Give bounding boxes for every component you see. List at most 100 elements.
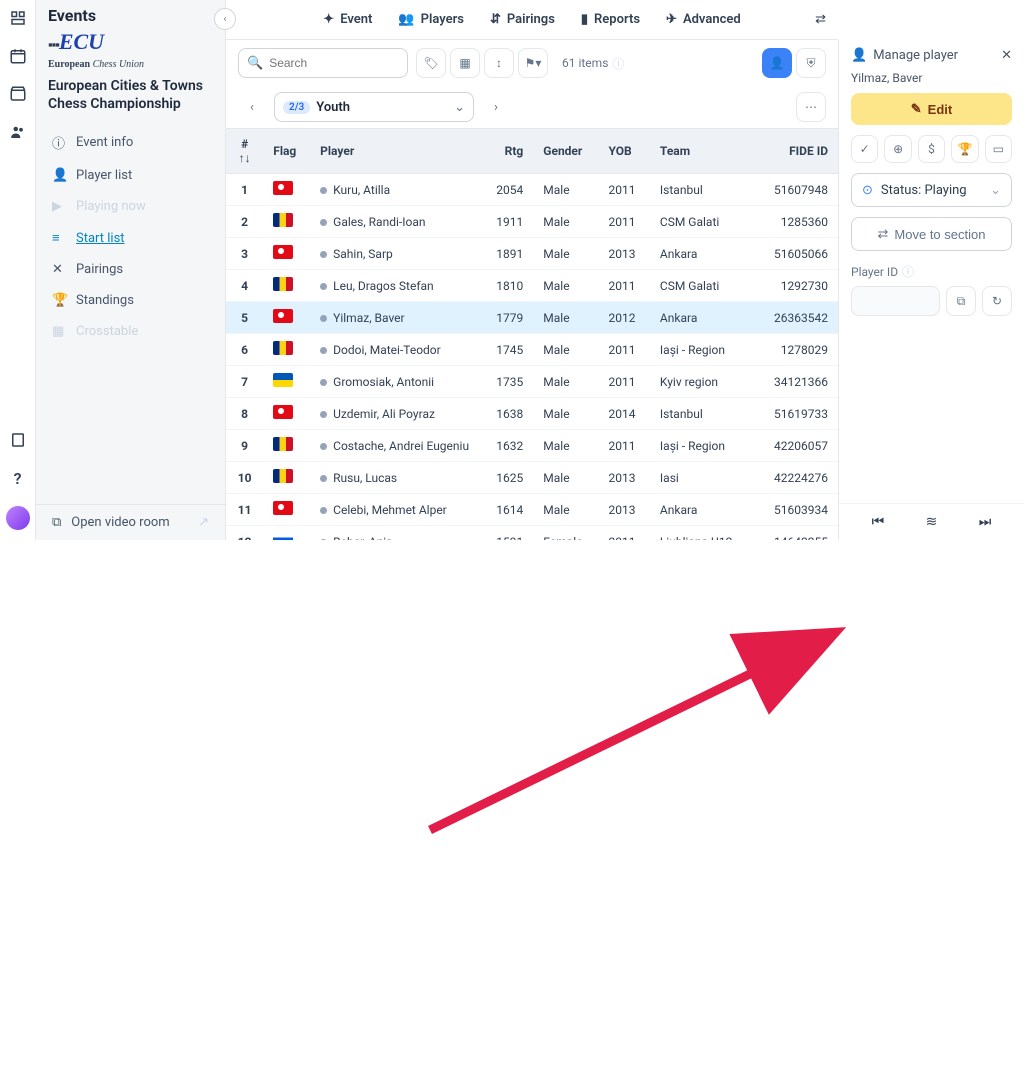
info-icon: ⓘ <box>902 263 914 280</box>
approve-button[interactable]: ✓ <box>851 135 878 163</box>
rail-archive-icon[interactable] <box>8 84 28 104</box>
last-button[interactable]: ⏭ <box>979 514 992 530</box>
items-count: 61 itemsⓘ <box>562 55 624 72</box>
org-logo: ▪▪▪ECU European Chess Union <box>36 25 225 77</box>
nav-pairings[interactable]: ✕Pairings <box>36 254 225 285</box>
manage-player-panel: 👤Manage player ✕ Yilmaz, Baver ✎Edit ✓ ⊕… <box>838 40 1024 540</box>
table-row[interactable]: 1Kuru, Atilla2054Male2011Istanbul5160794… <box>226 174 838 206</box>
col-team[interactable]: Team <box>650 129 752 174</box>
list-icon: ≡ <box>52 230 66 246</box>
filter-button[interactable]: ⚑▾ <box>518 48 548 78</box>
pencil-icon: ✎ <box>911 101 922 117</box>
user-avatar[interactable] <box>6 506 30 530</box>
flag-ro-icon <box>273 341 293 355</box>
player-id-label: Player IDⓘ <box>839 263 1024 286</box>
player-id-input[interactable] <box>851 286 940 316</box>
table-row[interactable]: 8Uzdemir, Ali Poyraz1638Male2014Istanbul… <box>226 398 838 430</box>
rail-users-icon[interactable] <box>8 122 28 142</box>
view-person-button[interactable]: 👤 <box>762 48 792 78</box>
topbar-pairings[interactable]: ⇵Pairings <box>490 12 555 27</box>
columns-button[interactable]: ▦ <box>450 48 480 78</box>
col-flag[interactable]: Flag <box>263 129 310 174</box>
tag-button[interactable]: 🏷 <box>416 48 446 78</box>
search-input[interactable]: 🔍 <box>238 48 408 78</box>
table-row[interactable]: 11Celebi, Mehmet Alper1614Male2013Ankara… <box>226 494 838 526</box>
copy-button[interactable]: ⧉ <box>946 286 976 316</box>
main: ✦Event 👥Players ⇵Pairings ▮Reports ✈Adva… <box>226 0 838 540</box>
flag-ro-icon <box>273 213 293 227</box>
pairings-icon: ✕ <box>52 262 66 277</box>
reports-icon: ▮ <box>581 12 588 27</box>
move-to-section-button[interactable]: ⇄Move to section <box>851 217 1012 251</box>
sidebar: ‹ Events ▪▪▪ECU European Chess Union Eur… <box>36 0 226 540</box>
trophy-button[interactable]: 🏆 <box>951 135 978 163</box>
first-button[interactable]: ⏮ <box>872 514 885 530</box>
toolbar: 🔍 🏷 ▦ ↕ ⚑▾ 61 itemsⓘ 👤 ⛨ <box>226 40 838 86</box>
prev-section-button[interactable]: ‹ <box>238 93 266 121</box>
stack-button[interactable]: ≋ <box>926 514 938 530</box>
nav-standings[interactable]: 🏆Standings <box>36 285 225 316</box>
payment-button[interactable]: $ <box>918 135 945 163</box>
send-icon: ✈ <box>666 12 677 27</box>
col-rtg[interactable]: Rtg <box>479 129 533 174</box>
section-select[interactable]: 2/3 Youth ⌄ <box>274 92 474 122</box>
left-rail: ? <box>0 0 36 540</box>
section-badge: 2/3 <box>283 101 310 114</box>
col-fide[interactable]: FIDE ID <box>752 129 838 174</box>
topbar-event[interactable]: ✦Event <box>323 12 372 27</box>
table-row[interactable]: 10Rusu, Lucas1625Male2013Iasi42224276 <box>226 462 838 494</box>
nav-player-list[interactable]: 👤Player list <box>36 160 225 191</box>
view-team-button[interactable]: ⛨ <box>796 48 826 78</box>
table-row[interactable]: 4Leu, Dragos Stefan1810Male2011CSM Galat… <box>226 270 838 302</box>
col-gender[interactable]: Gender <box>533 129 598 174</box>
nav-start-list[interactable]: ≡Start list <box>36 222 225 254</box>
table-row[interactable]: 3Sahin, Sarp1891Male2013Ankara51605066 <box>226 238 838 270</box>
rail-calendar-icon[interactable] <box>8 46 28 66</box>
nav-event-info[interactable]: ⓘEvent info <box>36 125 225 160</box>
topbar: ✦Event 👥Players ⇵Pairings ▮Reports ✈Adva… <box>226 0 838 40</box>
col-number[interactable]: # ↑↓ <box>226 129 263 174</box>
swap-icon[interactable]: ⇄ <box>815 12 826 27</box>
flag-tr-icon <box>273 181 293 195</box>
trophy-icon: 🏆 <box>52 293 66 308</box>
table-row[interactable]: 9Costache, Andrei Eugeniu1632Male2011Iaș… <box>226 430 838 462</box>
rail-home-icon[interactable] <box>8 8 28 28</box>
more-button[interactable]: ⋯ <box>796 92 826 122</box>
nav-playing-now: ▶Playing now <box>36 191 225 222</box>
flag-ro-icon <box>273 437 293 451</box>
play-icon: ▶ <box>52 199 66 214</box>
table-row[interactable]: 6Dodoi, Matei-Teodor1745Male2011Iași - R… <box>226 334 838 366</box>
flag-tr-icon <box>273 405 293 419</box>
pairings-icon: ⇵ <box>490 12 501 27</box>
table-row[interactable]: 7Gromosiak, Antonii1735Male2011Kyiv regi… <box>226 366 838 398</box>
badge-button[interactable]: ▭ <box>985 135 1012 163</box>
panel-title: 👤Manage player <box>851 48 958 63</box>
status-select[interactable]: ⊙ Status: Playing ⌄ <box>851 173 1012 207</box>
rail-help-icon[interactable]: ? <box>8 468 28 488</box>
close-icon[interactable]: ✕ <box>1001 48 1012 63</box>
video-icon: ⧉ <box>52 515 61 530</box>
rail-book-icon[interactable] <box>8 430 28 450</box>
grid-icon: ▦ <box>52 324 66 339</box>
next-section-button[interactable]: › <box>482 93 510 121</box>
person-icon: 👤 <box>52 168 66 183</box>
table-row[interactable]: 5Yilmaz, Baver1779Male2012Ankara26363542 <box>226 302 838 334</box>
search-icon: 🔍 <box>247 56 263 71</box>
refresh-button[interactable]: ↻ <box>982 286 1012 316</box>
open-video-room[interactable]: ⧉ Open video room ↗ <box>36 504 225 540</box>
sort-button[interactable]: ↕ <box>484 48 514 78</box>
edit-button[interactable]: ✎Edit <box>851 93 1012 125</box>
col-player[interactable]: Player <box>310 129 479 174</box>
add-button[interactable]: ⊕ <box>884 135 911 163</box>
info-icon: ⓘ <box>52 133 66 152</box>
topbar-advanced[interactable]: ✈Advanced <box>666 12 741 27</box>
external-icon: ↗ <box>198 515 209 530</box>
flag-ua-icon <box>273 373 293 387</box>
section-row: ‹ 2/3 Youth ⌄ › ⋯ <box>226 86 838 128</box>
flag-tr-icon <box>273 245 293 259</box>
col-yob[interactable]: YOB <box>598 129 649 174</box>
topbar-players[interactable]: 👥Players <box>398 12 464 27</box>
table-row[interactable]: 2Gales, Randi-Ioan1911Male2011CSM Galati… <box>226 206 838 238</box>
topbar-reports[interactable]: ▮Reports <box>581 12 640 27</box>
table-row[interactable]: 12Beber, Anja1591Female2011Ljubljana U12… <box>226 526 838 541</box>
